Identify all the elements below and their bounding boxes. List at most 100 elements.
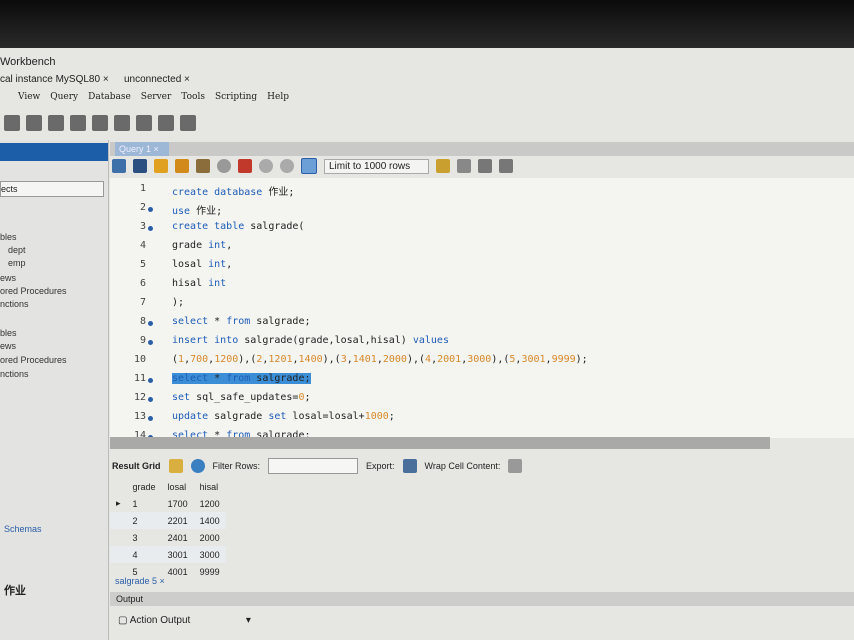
grid-cell[interactable]: 1200 [194, 495, 226, 512]
open-icon[interactable] [112, 159, 126, 173]
commit-icon[interactable] [259, 159, 273, 173]
new-procedure-icon[interactable] [136, 115, 152, 131]
code-line[interactable]: update salgrade set losal=losal+1000; [172, 411, 395, 422]
grid-cell[interactable]: 2000 [194, 529, 226, 546]
menu-query[interactable]: Query [50, 92, 78, 102]
refresh-icon[interactable] [190, 459, 205, 473]
execute-current-icon[interactable] [175, 159, 189, 173]
filter-rows-input[interactable] [268, 458, 359, 474]
grid-cell[interactable]: 1700 [162, 495, 194, 512]
menu-tools[interactable]: Tools [181, 92, 205, 102]
column-header[interactable]: grade [127, 478, 162, 495]
menu-scripting[interactable]: Scripting [215, 92, 257, 102]
code-line[interactable]: select * from salgrade; [172, 316, 311, 327]
stop-icon[interactable] [217, 159, 231, 173]
result-grid[interactable]: grade losal hisal ▸ 1 1700 1200 2 2201 1400 3 2401 2… [110, 478, 226, 580]
code-line[interactable]: set sql_safe_updates=0; [172, 392, 311, 403]
save-icon[interactable] [133, 159, 147, 173]
grid-icon[interactable] [168, 459, 183, 473]
new-sql-icon[interactable] [26, 115, 42, 131]
statement-marker-icon [148, 207, 153, 212]
limit-rows-select[interactable]: Limit to 1000 rows [324, 158, 430, 174]
table-row[interactable]: ▸ 1 1700 1200 [110, 495, 226, 512]
result-tab[interactable]: salgrade 5 × [115, 576, 165, 586]
table-row[interactable]: 3 2401 2000 [110, 529, 226, 546]
inspector-icon[interactable] [158, 115, 174, 131]
code-line[interactable]: use 作业; [172, 202, 222, 217]
code-line[interactable]: grade int, [172, 240, 232, 251]
autocommit-icon[interactable] [301, 158, 317, 174]
line-number: 2 [139, 202, 146, 213]
table-row[interactable]: 4 3001 3000 [110, 546, 226, 563]
code-line[interactable]: create database 作业; [172, 183, 294, 198]
new-view-icon[interactable] [114, 115, 130, 131]
sidebar-item[interactable]: nctions [0, 299, 29, 309]
schema-search-input[interactable]: ects [0, 181, 104, 197]
sidebar-item[interactable]: ews [0, 341, 16, 351]
open-sql-icon[interactable] [48, 115, 64, 131]
grid-cell[interactable]: 2401 [162, 529, 194, 546]
tab-query-1[interactable]: Query 1 × [115, 142, 169, 156]
tab-unconnected[interactable]: unconnected × [124, 74, 190, 85]
grid-cell[interactable]: 3001 [161, 546, 194, 563]
code-line[interactable]: ); [172, 297, 184, 308]
column-header[interactable]: losal [162, 478, 194, 495]
find-icon[interactable] [457, 159, 472, 173]
grid-cell[interactable]: 1 [127, 495, 162, 512]
grid-cell[interactable]: 2 [126, 512, 162, 529]
editor-horizontal-scrollbar[interactable] [110, 437, 770, 449]
explain-icon[interactable] [196, 159, 210, 173]
code-line[interactable]: losal int, [172, 259, 232, 270]
table-row[interactable]: 2 2201 1400 [110, 512, 226, 529]
sidebar-item[interactable]: dept [8, 245, 26, 255]
row-indicator [110, 512, 127, 529]
sidebar-item[interactable]: bles [0, 328, 17, 338]
grid-cell[interactable]: 2201 [161, 512, 194, 529]
reconnect-icon[interactable] [180, 115, 196, 131]
line-number: 7 [139, 297, 146, 308]
code-line[interactable]: create table salgrade( [172, 221, 304, 232]
toggle-error-icon[interactable] [238, 159, 252, 173]
sidebar-item[interactable]: bles [0, 232, 17, 242]
grid-cell[interactable]: 4001 [162, 563, 194, 580]
new-table-icon[interactable] [92, 115, 108, 131]
code-line[interactable]: (1,700,1200),(2,1201,1400),(3,1401,2000)… [172, 354, 588, 365]
menu-view[interactable]: View [18, 92, 40, 102]
grid-cell[interactable]: 4 [126, 546, 162, 563]
grid-cell[interactable]: 1400 [193, 512, 226, 529]
code-line[interactable]: select * from salgrade; [172, 373, 311, 384]
invisible-chars-icon[interactable] [478, 159, 493, 173]
menu-database[interactable]: Database [88, 92, 131, 102]
rollback-icon[interactable] [280, 159, 294, 173]
grid-cell[interactable]: 9999 [194, 563, 226, 580]
sql-editor[interactable]: 1 create database 作业; 2 use 作业; 3 create tabl… [110, 178, 854, 441]
sidebar-item[interactable]: nctions [0, 369, 29, 379]
grid-cell[interactable]: 3 [127, 529, 162, 546]
action-output-select[interactable]: ▢ Action Output ▾ [118, 615, 251, 626]
execute-icon[interactable] [154, 159, 168, 173]
beautify-icon[interactable] [436, 159, 451, 173]
sidebar-item[interactable]: ored Procedures [0, 355, 67, 365]
window-title: Workbench [0, 56, 56, 68]
menu-help[interactable]: Help [267, 92, 289, 102]
connect-icon[interactable] [4, 115, 20, 131]
tab-schemas[interactable]: Schemas [4, 524, 42, 534]
wrap-cell-icon[interactable] [508, 459, 523, 473]
wrap-icon[interactable] [499, 159, 514, 173]
new-schema-icon[interactable] [70, 115, 86, 131]
code-line[interactable]: insert into salgrade(grade,losal,hisal) … [172, 335, 449, 346]
sidebar-item[interactable]: ews [0, 273, 16, 283]
menu-server[interactable]: Server [141, 92, 172, 102]
line-number: 5 [139, 259, 146, 270]
sidebar-item[interactable]: ored Procedures [0, 286, 67, 296]
statement-marker-icon [148, 321, 153, 326]
export-icon[interactable] [402, 459, 417, 473]
wrap-label: Wrap Cell Content: [424, 461, 501, 471]
column-header[interactable]: hisal [194, 478, 226, 495]
grid-header-row: grade losal hisal [110, 478, 226, 495]
tab-local-instance[interactable]: cal instance MySQL80 × [0, 74, 109, 85]
sidebar-item[interactable]: emp [8, 258, 26, 268]
code-line[interactable]: hisal int [172, 278, 226, 289]
grid-cell[interactable]: 3000 [193, 546, 226, 563]
row-indicator [110, 529, 127, 546]
